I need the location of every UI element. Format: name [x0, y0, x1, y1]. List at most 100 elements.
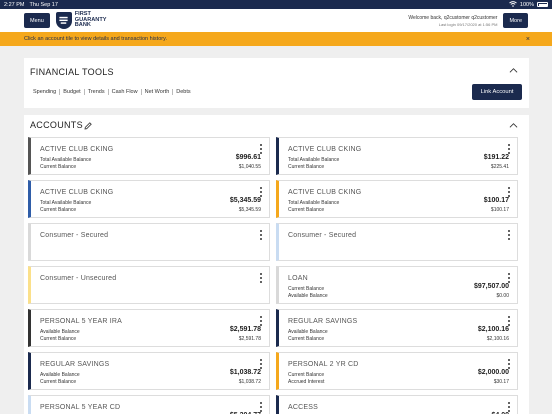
link-account-button[interactable]: Link Account: [472, 84, 522, 100]
more-options-icon[interactable]: [507, 230, 510, 240]
tool-net-worth[interactable]: Net Worth: [142, 89, 174, 95]
status-time: 2:27 PM: [4, 1, 25, 8]
more-options-icon[interactable]: [507, 187, 510, 197]
last-login-text: Last login 09/17/2020 at 1:56 PM: [438, 21, 498, 27]
tool-trends[interactable]: Trends: [85, 89, 109, 95]
account-name: REGULAR SAVINGS: [288, 318, 358, 325]
account-tile[interactable]: ACTIVE CLUB CKING Total Available Balance…: [28, 180, 270, 218]
account-name: LOAN: [288, 275, 308, 282]
account-name: Consumer - Secured: [40, 232, 109, 239]
account-name: ACTIVE CLUB CKING: [288, 189, 362, 196]
banner-text: Click an account tile to view details an…: [24, 36, 167, 42]
balance-value: $2,100.16: [486, 336, 509, 342]
balance-label: Current Balance: [40, 164, 77, 170]
tool-budget[interactable]: Budget: [60, 89, 85, 95]
shield-logo-icon: [55, 11, 72, 29]
more-options-icon[interactable]: [507, 144, 510, 154]
balance-value: $2,591.78: [238, 336, 261, 342]
chevron-up-icon[interactable]: [509, 66, 518, 75]
more-options-icon[interactable]: [507, 402, 510, 412]
account-name: ACTIVE CLUB CKING: [40, 146, 114, 153]
account-name: ACTIVE CLUB CKING: [40, 189, 114, 196]
close-icon[interactable]: ×: [526, 36, 530, 43]
account-tile[interactable]: ACTIVE CLUB CKING Total Available Balance…: [276, 137, 518, 175]
balance-label: Current Balance: [40, 207, 77, 213]
more-options-icon[interactable]: [507, 316, 510, 326]
balance-label: Available Balance: [40, 371, 80, 378]
account-name: Consumer - Unsecured: [40, 275, 117, 282]
more-options-icon[interactable]: [507, 359, 510, 369]
battery-icon: [537, 2, 548, 7]
balance-value: $2,591.78: [229, 326, 261, 333]
balance-value: $97,507.00: [473, 283, 509, 290]
balance-label: Total Available Balance: [288, 156, 340, 163]
more-options-icon[interactable]: [507, 273, 510, 283]
more-options-icon[interactable]: [259, 187, 262, 197]
account-tile[interactable]: Consumer - Secured: [276, 223, 518, 261]
tool-spending[interactable]: Spending: [33, 89, 61, 95]
status-bar: 2:27 PM Thu Sep 17 100%: [0, 0, 552, 9]
account-tile[interactable]: PERSONAL 5 YEAR CDCurrent Balance$5,204.…: [28, 395, 270, 414]
more-options-icon[interactable]: [259, 144, 262, 154]
balance-label: Current Balance: [288, 336, 325, 342]
balance-label: Current Balance: [288, 371, 325, 378]
balance-label: Available Balance: [288, 293, 328, 299]
account-tile[interactable]: LOAN Current Balance Available Balance $97,…: [276, 266, 518, 304]
more-options-icon[interactable]: [259, 402, 262, 412]
balance-label: Current Balance: [288, 164, 325, 170]
more-button[interactable]: More: [503, 13, 528, 28]
account-tile[interactable]: ACTIVE CLUB CKING Total Available Balance…: [276, 180, 518, 218]
more-options-icon[interactable]: [259, 230, 262, 240]
account-tile[interactable]: PERSONAL 2 YR CD Current Balance Accrued I…: [276, 352, 518, 390]
financial-tools-list: Spending Budget Trends Cash Flow Net Wor…: [33, 89, 194, 95]
balance-label: Current Balance: [288, 285, 325, 292]
account-tile[interactable]: REGULAR SAVINGS Available Balance Current …: [28, 352, 270, 390]
balance-value: $2,100.16: [477, 326, 509, 333]
app-header: Menu FIRST GUARANTY BANK Welcome back, q…: [0, 9, 552, 32]
balance-value: $30.17: [493, 379, 509, 385]
balance-label: Accrued Interest: [288, 379, 325, 385]
account-name: PERSONAL 2 YR CD: [288, 361, 359, 368]
account-name: ACCESS: [288, 404, 318, 411]
account-tile[interactable]: PERSONAL 5 YEAR IRA Available Balance Curr…: [28, 309, 270, 347]
balance-value: $225.41: [490, 164, 509, 170]
battery-percent: 100%: [519, 1, 534, 8]
menu-button[interactable]: Menu: [24, 13, 50, 28]
more-options-icon[interactable]: [259, 359, 262, 369]
balance-value: $100.17: [483, 197, 509, 204]
account-tile[interactable]: REGULAR SAVINGS Available Balance Current …: [276, 309, 518, 347]
account-name: PERSONAL 5 YEAR CD: [40, 404, 121, 411]
balance-value: $1,040.55: [238, 164, 261, 170]
tool-cash-flow[interactable]: Cash Flow: [109, 89, 142, 95]
account-tile[interactable]: Consumer - Secured: [28, 223, 270, 261]
more-options-icon[interactable]: [259, 316, 262, 326]
account-tile[interactable]: ACTIVE CLUB CKING Total Available Balance…: [28, 137, 270, 175]
financial-tools-title: FINANCIAL TOOLS: [30, 67, 114, 77]
financial-tools-panel: FINANCIAL TOOLS Spending Budget Trends C…: [24, 58, 529, 108]
account-tile[interactable]: Consumer - Unsecured: [28, 266, 270, 304]
account-name: ACTIVE CLUB CKING: [288, 146, 362, 153]
balance-value: $1,038.72: [238, 379, 261, 385]
account-tile[interactable]: ACCESSCurrent Balance$4.00: [276, 395, 518, 414]
balance-label: Current Balance: [40, 379, 77, 385]
logo-line3: BANK: [74, 22, 91, 29]
balance-value: $2,000.00: [477, 369, 509, 376]
balance-value: $1,038.72: [229, 369, 261, 376]
account-name: REGULAR SAVINGS: [40, 361, 110, 368]
accounts-panel: ACCOUNTS ACTIVE CLUB CKING Total Availabl…: [24, 115, 529, 414]
chevron-up-icon[interactable]: [509, 121, 518, 130]
bank-logo[interactable]: FIRST GUARANTY BANK: [55, 11, 106, 29]
tool-debts[interactable]: Debts: [173, 89, 193, 95]
accounts-title: ACCOUNTS: [30, 120, 83, 130]
welcome-text: Welcome back, q2customer q2customer: [408, 14, 498, 21]
balance-label: Current Balance: [40, 336, 77, 342]
more-options-icon[interactable]: [259, 273, 262, 283]
balance-value: $996.61: [235, 154, 261, 161]
balance-value: $5,345.59: [238, 207, 261, 213]
info-banner: Click an account tile to view details an…: [0, 32, 552, 46]
status-date: Thu Sep 17: [29, 1, 58, 8]
edit-pencil-icon[interactable]: [83, 121, 93, 131]
balance-value: $0.00: [496, 293, 509, 299]
account-name: PERSONAL 5 YEAR IRA: [40, 318, 122, 325]
balance-value: $5,345.59: [229, 197, 261, 204]
